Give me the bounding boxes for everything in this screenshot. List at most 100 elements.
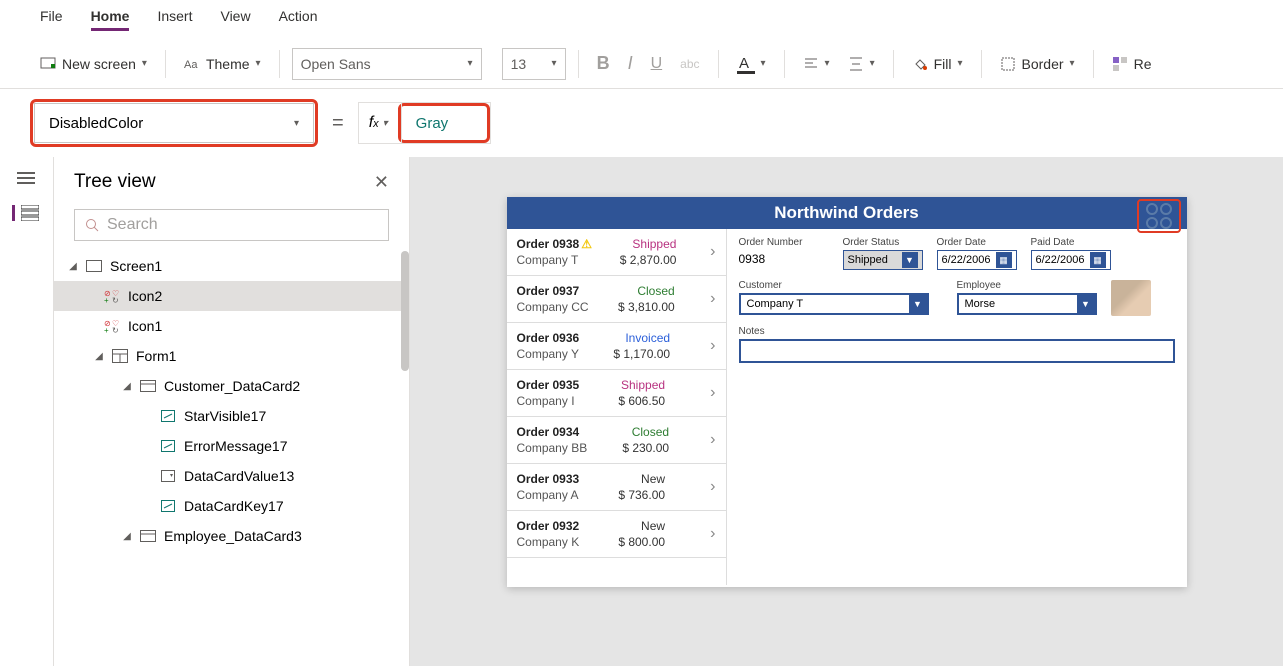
order-row[interactable]: Order 0932Company KNew$ 800.00› [507,511,726,558]
reorder-button[interactable]: Re [1106,52,1158,76]
tree-label: StarVisible17 [184,408,266,424]
order-row[interactable]: Order 0937Company CCClosed$ 3,810.00› [507,276,726,323]
tree-node-value[interactable]: DataCardValue13 [54,461,409,491]
tree-node-icon2[interactable]: ⊘♡+↻ Icon2 [54,281,409,311]
chevron-down-icon: ▼ [902,252,918,268]
selected-sync-icon[interactable] [1137,199,1181,233]
order-company: Company A [517,488,580,502]
border-button[interactable]: Border ▾ [994,52,1081,76]
chevron-right-icon: › [710,384,715,402]
tree-node-customer-card[interactable]: ◢ Customer_DataCard2 [54,371,409,401]
order-amount: $ 736.00 [618,488,665,502]
order-company: Company Y [517,347,580,361]
tree-node-form1[interactable]: ◢ Form1 [54,341,409,371]
calendar-icon: ▦ [996,252,1012,268]
menu-insert[interactable]: Insert [157,8,192,31]
svg-text:+: + [104,326,109,334]
property-select[interactable]: DisabledColor ▾ [34,103,314,143]
svg-text:↻: ↻ [112,296,119,304]
notes-input[interactable] [739,339,1175,363]
order-status: Closed [637,284,674,298]
new-screen-button[interactable]: New screen ▾ [34,52,153,76]
customer-value: Company T [747,298,804,310]
formula-input[interactable]: Gray [401,103,487,143]
order-status-label: Order Status [843,237,923,248]
svg-text:↻: ↻ [112,326,119,334]
chevron-down-icon: ▾ [294,118,299,129]
order-company: Company CC [517,300,589,314]
app-title: Northwind Orders [774,203,919,222]
chevron-down-icon: ▼ [1077,295,1095,313]
menu-file[interactable]: File [40,8,63,31]
equals-sign: = [332,112,344,135]
chevron-right-icon: › [710,478,715,496]
underline-button[interactable]: U [645,51,669,77]
order-row[interactable]: Order 0933Company ANew$ 736.00› [507,464,726,511]
menu-view[interactable]: View [220,8,250,31]
bold-button[interactable]: B [591,49,616,78]
new-screen-label: New screen [62,56,136,72]
chevron-right-icon: › [710,337,715,355]
chevron-down-icon: ▾ [870,58,875,69]
order-status-select[interactable]: Shipped ▼ [843,250,923,270]
reorder-label: Re [1134,56,1152,72]
customer-select[interactable]: Company T ▼ [739,293,929,315]
order-row[interactable]: Order 0936Company YInvoiced$ 1,170.00› [507,323,726,370]
order-date-input[interactable]: 6/22/2006 ▦ [937,250,1017,270]
theme-button[interactable]: Aa Theme ▾ [178,52,267,76]
menu-home[interactable]: Home [91,8,130,31]
paid-date-input[interactable]: 6/22/2006 ▦ [1031,250,1111,270]
order-company: Company BB [517,441,588,455]
border-label: Border [1022,56,1064,72]
order-row[interactable]: Order 0935Company IShipped$ 606.50› [507,370,726,417]
notes-label: Notes [739,326,1175,337]
order-id: Order 0933 [517,472,580,486]
tree-view-icon[interactable] [12,205,32,221]
chevron-right-icon: › [710,243,715,261]
tree-node-star[interactable]: StarVisible17 [54,401,409,431]
font-size-value: 13 [511,56,527,72]
border-icon [1000,56,1016,72]
tree-node-icon1[interactable]: ⊘♡+↻ Icon1 [54,311,409,341]
strike-button[interactable]: abc [674,53,705,75]
tree-node-key[interactable]: DataCardKey17 [54,491,409,521]
svg-text:Aa: Aa [184,59,198,71]
order-id: Order 0936 [517,331,580,345]
tree-label: Form1 [136,348,176,364]
order-list[interactable]: Order 0938⚠Company TShipped$ 2,870.00›Or… [507,229,727,585]
tree-label: Customer_DataCard2 [164,378,300,394]
chevron-down-icon: ▼ [909,295,927,313]
order-row[interactable]: Order 0934Company BBClosed$ 230.00› [507,417,726,464]
search-icon [85,218,99,232]
italic-button[interactable]: I [622,49,639,78]
tree-label: DataCardKey17 [184,498,284,514]
order-amount: $ 230.00 [622,441,669,455]
font-select[interactable]: Open Sans ▾ [292,48,482,80]
order-id: Order 0938⚠ [517,237,592,251]
tree-node-employee-card[interactable]: ◢ Employee_DataCard3 [54,521,409,551]
search-input[interactable]: Search [74,209,389,241]
order-amount: $ 800.00 [618,535,665,549]
screen-icon [40,56,56,72]
employee-select[interactable]: Morse ▼ [957,293,1097,315]
svg-text:A: A [739,55,749,72]
order-row[interactable]: Order 0938⚠Company TShipped$ 2,870.00› [507,229,726,276]
vertical-align-button[interactable]: ▾ [842,52,881,76]
chevron-down-icon: ▾ [468,58,473,69]
tree-node-error[interactable]: ErrorMessage17 [54,431,409,461]
fill-button[interactable]: Fill ▾ [906,52,969,76]
chevron-down-icon: ▾ [552,58,557,69]
order-company: Company K [517,535,580,549]
font-color-button[interactable]: A ▾ [731,50,772,78]
font-size-select[interactable]: 13 ▾ [502,48,566,80]
order-id: Order 0934 [517,425,588,439]
tree-node-screen1[interactable]: ◢ Screen1 [54,251,409,281]
dropdown-icon [160,469,176,483]
hamburger-icon[interactable] [17,171,37,187]
align-icon [803,56,819,72]
menu-action[interactable]: Action [279,8,318,31]
scrollbar[interactable] [401,251,409,371]
align-button[interactable]: ▾ [797,52,836,76]
close-icon[interactable]: ✕ [374,172,389,193]
fx-button[interactable]: fx ▾ [359,103,398,143]
